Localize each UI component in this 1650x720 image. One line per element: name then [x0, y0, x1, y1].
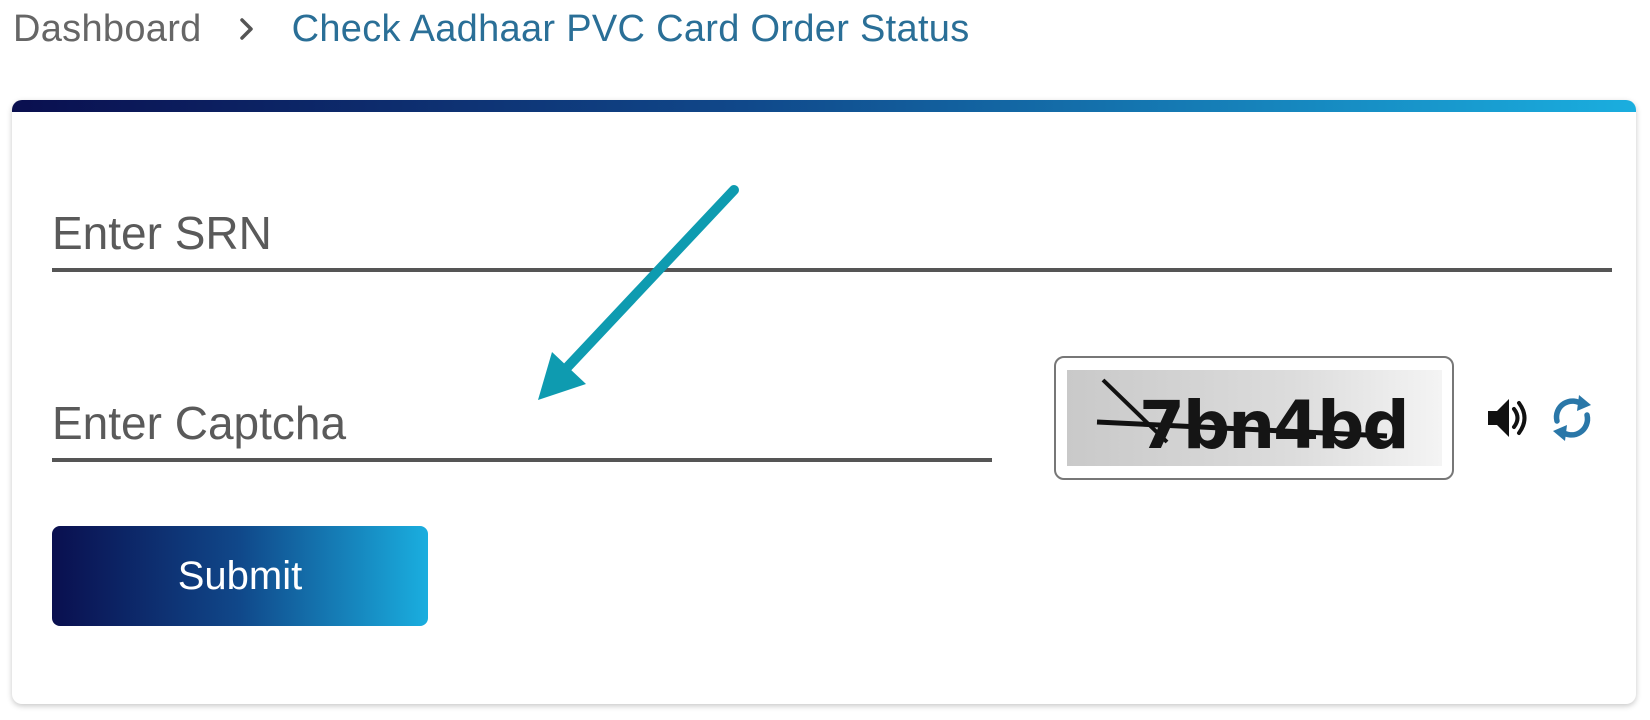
- captcha-picture: 7bn4bd: [1066, 370, 1442, 466]
- page-title: Check Aadhaar PVC Card Order Status: [291, 7, 970, 50]
- refresh-icon[interactable]: [1544, 390, 1600, 446]
- card-accent-bar: [12, 100, 1636, 112]
- srn-status-form-card: 7bn4bd Submit: [12, 100, 1636, 704]
- submit-button[interactable]: Submit: [52, 526, 428, 626]
- captcha-text: 7bn4bd: [1139, 387, 1408, 464]
- srn-input[interactable]: [52, 198, 1612, 272]
- breadcrumb: Dashboard Check Aadhaar PVC Card Order S…: [13, 4, 970, 54]
- speaker-icon[interactable]: [1481, 390, 1537, 446]
- captcha-image: 7bn4bd: [1054, 356, 1454, 480]
- captcha-input[interactable]: [52, 388, 992, 462]
- breadcrumb-dashboard-link[interactable]: Dashboard: [13, 8, 202, 51]
- chevron-right-icon: [202, 14, 292, 44]
